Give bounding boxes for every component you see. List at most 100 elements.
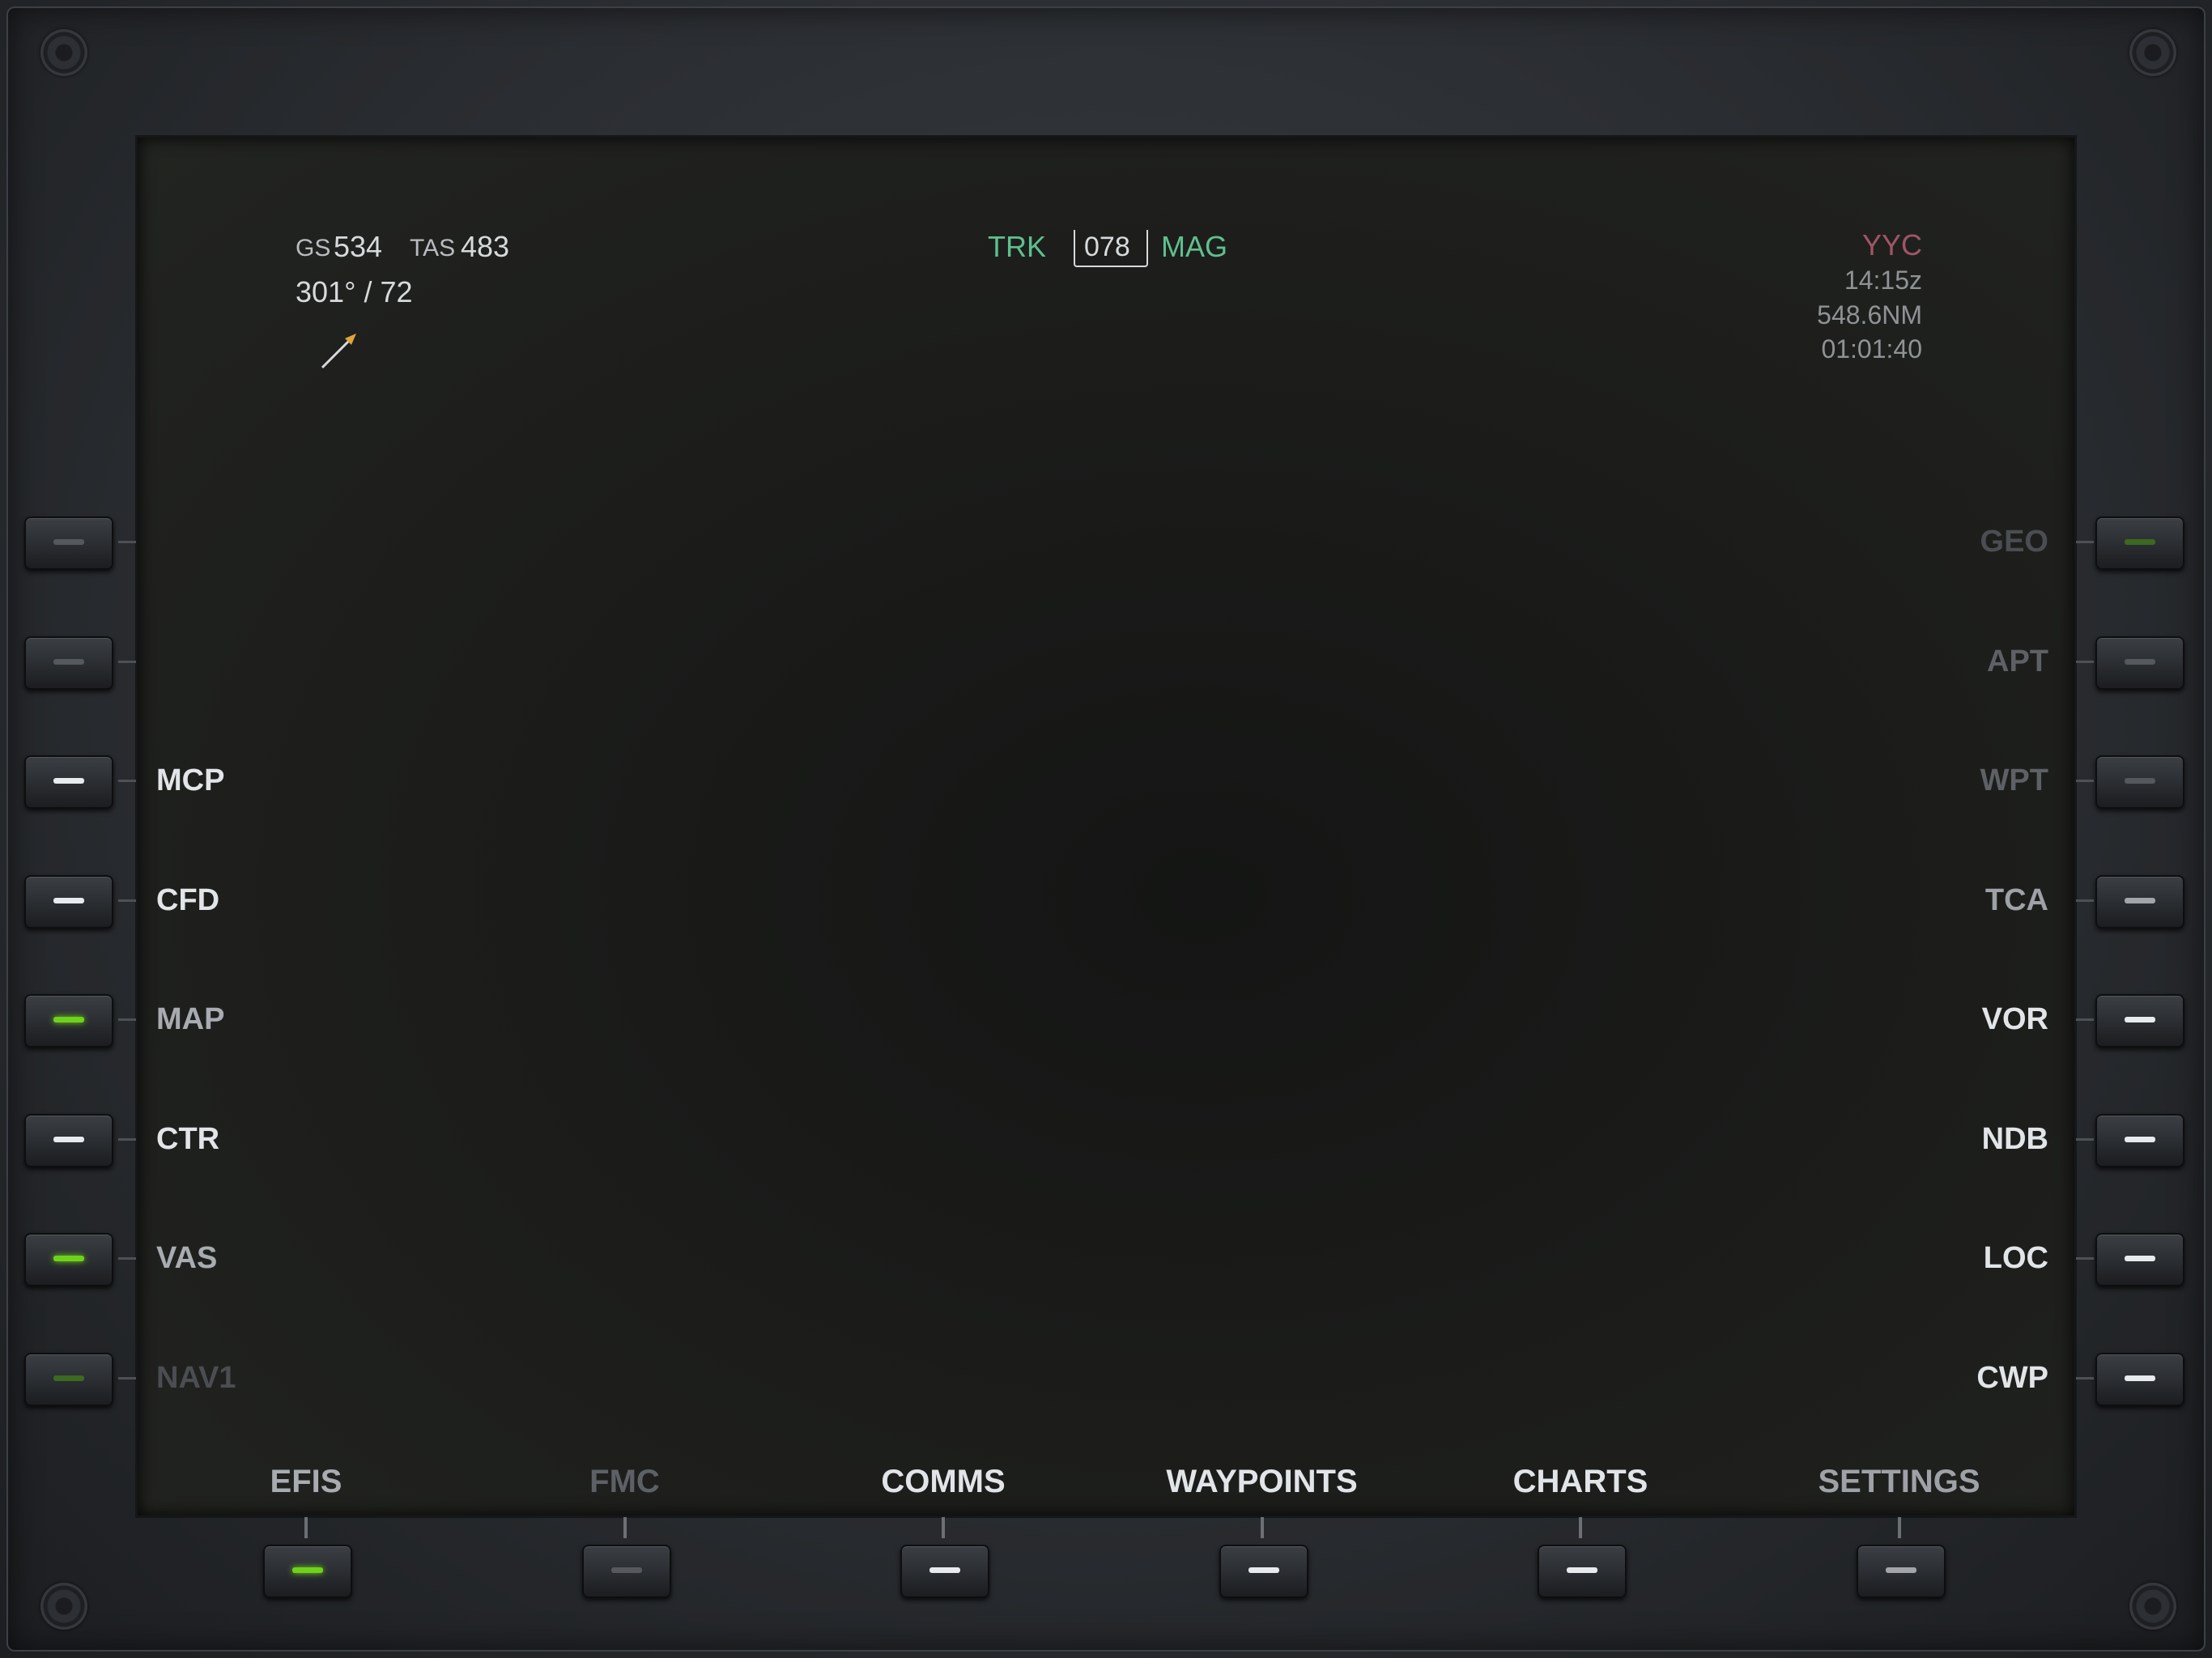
wind-readout: 301° / 72 [296,275,413,308]
left-key-label: VAS [156,1241,218,1275]
trk-value: 078 [1084,232,1130,262]
key-tick [304,1517,308,1538]
key-tick [1897,1517,1901,1538]
right-key-label: WPT [1980,763,2048,797]
lsk-right-geo-button[interactable] [2095,517,2184,570]
indicator-light [53,1375,84,1381]
key-tick [118,660,136,663]
indicator-light [53,1256,84,1261]
key-tick [2076,780,2094,782]
lsk-left-map-button[interactable] [24,994,113,1048]
lsk-left-mcp-button[interactable] [24,755,113,809]
lsk-right-ndb-button[interactable] [2095,1113,2184,1167]
key-tick [2076,1376,2094,1380]
bottom-key-label: WAYPOINTS [1166,1464,1358,1499]
tab-charts-button[interactable] [1538,1545,1627,1598]
bottom-key-label: SETTINGS [1818,1464,1980,1499]
indicator-light [53,778,84,784]
left-key-label: CFD [156,882,220,917]
tas-label: TAS [410,235,456,261]
bottom-key-label: EFIS [270,1464,342,1499]
key-tick [118,780,136,782]
key-tick [2076,541,2094,543]
indicator-light [2125,778,2155,784]
gs-label: GS [296,235,331,261]
key-tick [118,1257,136,1260]
indicator-light [53,897,84,903]
wind-direction-arrow-icon [321,334,356,369]
tab-efis-button[interactable] [263,1545,352,1598]
key-tick [1260,1517,1264,1538]
right-key-label: GEO [1980,525,2048,559]
lsk-left-vas-button[interactable] [24,1233,113,1286]
bottom-key-label: FMC [589,1464,660,1499]
key-tick [2076,660,2094,663]
screw-icon [40,29,87,76]
tas-value: 483 [461,230,510,263]
tab-comms-button[interactable] [900,1545,989,1598]
key-tick [1579,1517,1582,1538]
right-key-label: NDB [1981,1121,2048,1156]
indicator-light [53,539,84,545]
key-tick [2076,1257,2094,1260]
indicator-light [53,658,84,665]
key-tick [118,1376,136,1380]
lsk-left-cfd-button[interactable] [24,874,113,929]
distance-to-go: 548.6NM [1817,300,1922,329]
screw-icon [2129,1583,2176,1630]
left-key-label: MAP [156,1002,225,1036]
lsk-left-nav1-button[interactable] [24,1352,113,1406]
tab-waypoints-button[interactable] [1219,1545,1308,1598]
key-tick [118,1018,136,1021]
lsk-left-ctr-button[interactable] [24,1113,113,1167]
destination-info: YYC 14:15z 548.6NM 01:01:40 [1817,228,1922,366]
time-to-go: 01:01:40 [1821,334,1922,363]
key-tick [118,1137,136,1141]
tab-settings-button[interactable] [1856,1545,1946,1598]
lsk-right-loc-button[interactable] [2095,1233,2184,1286]
indicator-light [929,1567,960,1573]
left-key-label: MCP [156,763,225,797]
indicator-light [610,1567,642,1573]
right-key-label: APT [1987,644,2048,678]
indicator-light [2125,1375,2155,1381]
tab-fmc-button[interactable] [581,1545,671,1598]
lsk-right-tca-button[interactable] [2095,874,2184,929]
destination-ident: YYC [1861,228,1922,261]
mag-label: MAG [1161,230,1228,263]
right-key-label: TCA [1984,882,2048,917]
navigation-display-screen[interactable] [138,138,2074,1516]
lsk-left-2-button[interactable] [24,636,113,690]
key-tick [2076,1137,2094,1141]
lsk-right-cwp-button[interactable] [2095,1352,2184,1406]
indicator-light [1248,1567,1279,1573]
key-tick [623,1517,627,1538]
indicator-light [2125,1136,2155,1142]
screw-icon [2129,29,2176,76]
right-key-label: VOR [1981,1002,2048,1036]
lsk-right-wpt-button[interactable] [2095,755,2184,809]
bottom-key-label: COMMS [881,1464,1006,1499]
indicator-light [1567,1567,1597,1573]
indicator-light [2125,539,2155,545]
lsk-right-apt-button[interactable] [2095,636,2184,690]
indicator-light [2125,897,2155,903]
lsk-right-vor-button[interactable] [2095,994,2184,1048]
right-key-label: LOC [1983,1241,2048,1275]
key-tick [942,1517,945,1538]
trk-label: TRK [988,230,1046,263]
indicator-light [1885,1567,1916,1573]
lsk-left-1-button[interactable] [24,517,113,570]
indicator-light [2125,1256,2155,1261]
indicator-light [2125,658,2155,665]
indicator-light [53,1136,84,1142]
indicator-light [53,1017,84,1022]
time-z: 14:15z [1844,266,1922,295]
gs-value: 534 [334,230,383,263]
left-key-label: NAV1 [156,1360,236,1395]
indicator-light [292,1567,323,1573]
indicator-light [2125,1017,2155,1022]
key-tick [2076,899,2094,902]
key-tick [118,541,136,543]
left-key-label: CTR [156,1121,220,1156]
